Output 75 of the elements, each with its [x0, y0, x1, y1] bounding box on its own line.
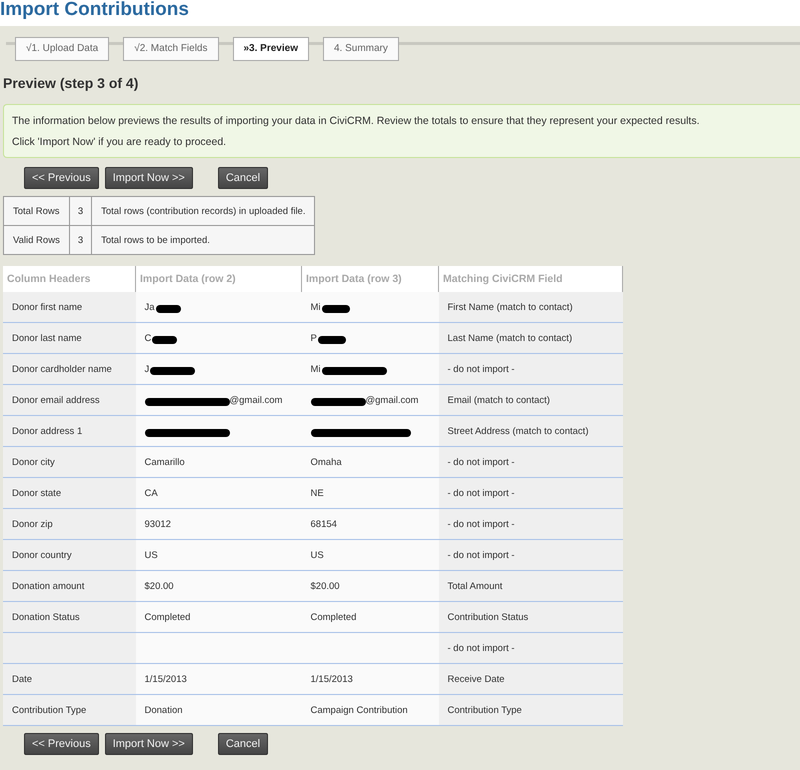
- cell-text: Contribution Type: [12, 704, 86, 716]
- step-tab[interactable]: »3. Preview: [232, 37, 309, 61]
- cell-text: CA: [144, 488, 158, 498]
- cell-text: Donor country: [12, 550, 72, 560]
- table-cell: Total Rows: [4, 196, 70, 226]
- message-text: Click 'Import Now' if you are ready to proceed.: [12, 135, 228, 150]
- cell-text: - do not import -: [448, 364, 515, 374]
- table-cell: 3: [69, 226, 92, 254]
- cell-text: - do not import -: [448, 456, 515, 468]
- cell-text: - do not import -: [448, 550, 515, 560]
- table-cell: 3: [69, 196, 92, 226]
- message-text: The information below previews the results of importing your data in CiviCRM. Review the totals to ensure that they represent your expected results.: [12, 114, 700, 129]
- cell-text: Campaign Contribution: [310, 704, 408, 716]
- step-tab[interactable]: 4. Summary: [322, 37, 399, 61]
- cell-text: Donor email address: [12, 394, 100, 406]
- cell-text: Donor last name: [12, 332, 82, 344]
- cell-text: J: [144, 364, 150, 374]
- cell-text: Omaha: [310, 456, 342, 468]
- form-button[interactable]: Cancel: [218, 167, 268, 189]
- cell-text: 1/15/2013: [310, 674, 353, 684]
- cell-text: Donor cardholder name: [12, 364, 112, 374]
- form-button[interactable]: << Previous: [24, 167, 99, 189]
- cell-text: US: [144, 550, 158, 560]
- column-header: Matching CiviCRM Field: [438, 266, 622, 292]
- cell-text: Total Amount: [448, 580, 502, 592]
- table-cell: Total rows to be imported.: [92, 226, 315, 254]
- cell-text: Mi: [310, 364, 321, 374]
- form-button[interactable]: Import Now >>: [104, 733, 193, 755]
- cell-text: Donor city: [12, 456, 55, 468]
- cell-text: Donation: [144, 704, 183, 716]
- cell-text: Receive Date: [448, 674, 505, 684]
- table-cell: Total rows (contribution records) in uploaded file.: [92, 196, 315, 226]
- cell-text: Ja: [144, 302, 155, 312]
- page-title: Import Contributions: [0, 0, 800, 26]
- step-tab[interactable]: √2. Match Fields: [123, 37, 218, 61]
- cell-text: NE: [310, 488, 324, 498]
- cell-text: Donation Status: [12, 612, 80, 622]
- table-cell: Valid Rows: [4, 226, 70, 254]
- step-tab[interactable]: √1. Upload Data: [15, 37, 110, 61]
- cell-text: @gmail.com: [366, 394, 418, 406]
- column-header: Column Headers: [3, 266, 136, 292]
- cell-text: Street Address (match to contact): [448, 426, 588, 436]
- form-button[interactable]: Cancel: [218, 733, 268, 755]
- cell-text: - do not import -: [448, 488, 515, 498]
- cell-text: US: [310, 550, 324, 560]
- cell-text: - do not import -: [448, 518, 515, 530]
- cell-text: Donor zip: [12, 518, 53, 530]
- cell-text: Camarillo: [144, 456, 185, 468]
- form-button[interactable]: Import Now >>: [104, 167, 193, 189]
- cell-text: @gmail.com: [230, 394, 282, 406]
- cell-text: Date: [12, 674, 32, 684]
- cell-text: Donor address 1: [12, 426, 82, 436]
- cell-text: - do not import -: [448, 642, 515, 654]
- cell-text: Email (match to contact): [448, 394, 550, 406]
- cell-text: Completed: [310, 612, 356, 622]
- cell-text: $20.00: [310, 580, 340, 592]
- cell-text: Last Name (match to contact): [448, 332, 572, 344]
- cell-text: First Name (match to contact): [448, 302, 573, 312]
- cell-text: Donor first name: [12, 302, 82, 312]
- cell-text: 93012: [144, 518, 171, 530]
- column-header: Import Data (row 2): [136, 266, 302, 292]
- cell-text: Donor state: [12, 488, 62, 498]
- cell-text: 68154: [310, 518, 337, 530]
- cell-text: Contribution Status: [448, 612, 528, 622]
- cell-text: Donation amount: [12, 580, 84, 592]
- column-header: Import Data (row 3): [302, 266, 438, 292]
- cell-text: 1/15/2013: [144, 674, 187, 684]
- cell-text: Mi: [310, 302, 321, 312]
- cell-text: Contribution Type: [448, 704, 522, 716]
- cell-text: C: [144, 332, 152, 344]
- form-button[interactable]: << Previous: [24, 733, 99, 755]
- cell-text: $20.00: [144, 580, 174, 592]
- cell-text: P: [310, 332, 317, 344]
- cell-text: Completed: [144, 612, 190, 622]
- step-heading: Preview (step 3 of 4): [2, 74, 140, 93]
